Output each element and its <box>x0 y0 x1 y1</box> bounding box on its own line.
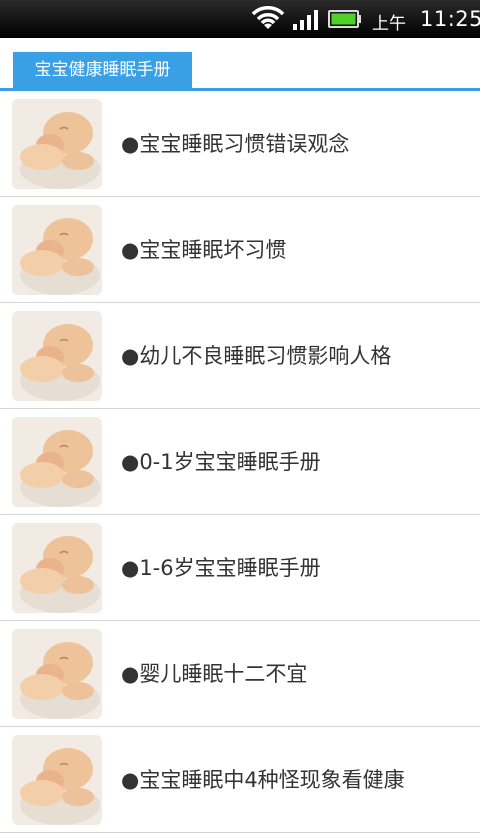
status-clock: 11:25 <box>420 7 480 31</box>
baby-thumbnail <box>12 629 102 719</box>
list-item[interactable]: ●1-6岁宝宝睡眠手册 <box>0 515 480 621</box>
status-ampm: 上午 <box>372 14 406 34</box>
list-item-label: ●1-6岁宝宝睡眠手册 <box>121 556 321 580</box>
list-item-label: ●0-1岁宝宝睡眠手册 <box>121 450 321 474</box>
battery-icon <box>328 10 361 28</box>
baby-thumbnail <box>12 311 102 401</box>
list-item[interactable]: ●0-1岁宝宝睡眠手册 <box>0 409 480 515</box>
baby-thumbnail <box>12 417 102 507</box>
list-item[interactable]: ●幼儿不良睡眠习惯影响人格 <box>0 303 480 409</box>
list-item-label: ●幼儿不良睡眠习惯影响人格 <box>121 344 392 368</box>
list-item-label: ●宝宝睡眠坏习惯 <box>121 238 287 262</box>
baby-thumbnail <box>12 735 102 825</box>
tab-sleep-handbook[interactable]: 宝宝健康睡眠手册 <box>13 52 192 88</box>
list-item[interactable]: ●宝宝睡眠坏习惯 <box>0 197 480 303</box>
signal-icon <box>293 10 318 30</box>
wifi-icon <box>251 6 285 29</box>
header: 宝宝健康睡眠手册 <box>0 38 480 91</box>
baby-thumbnail <box>12 205 102 295</box>
status-bar: 上午 11:25 <box>0 0 480 38</box>
list-item-label: ●婴儿睡眠十二不宜 <box>121 662 308 686</box>
article-list: ●宝宝睡眠习惯错误观念 ●宝宝睡眠坏习惯 ●幼儿不良睡眠习惯影响人格 ●0-1岁… <box>0 91 480 833</box>
list-item-label: ●宝宝睡眠习惯错误观念 <box>121 132 350 156</box>
list-item-label: ●宝宝睡眠中4种怪现象看健康 <box>121 768 405 792</box>
baby-thumbnail <box>12 523 102 613</box>
list-item[interactable]: ●婴儿睡眠十二不宜 <box>0 621 480 727</box>
list-item[interactable]: ●宝宝睡眠习惯错误观念 <box>0 91 480 197</box>
baby-thumbnail <box>12 99 102 189</box>
list-item[interactable]: ●宝宝睡眠中4种怪现象看健康 <box>0 727 480 833</box>
